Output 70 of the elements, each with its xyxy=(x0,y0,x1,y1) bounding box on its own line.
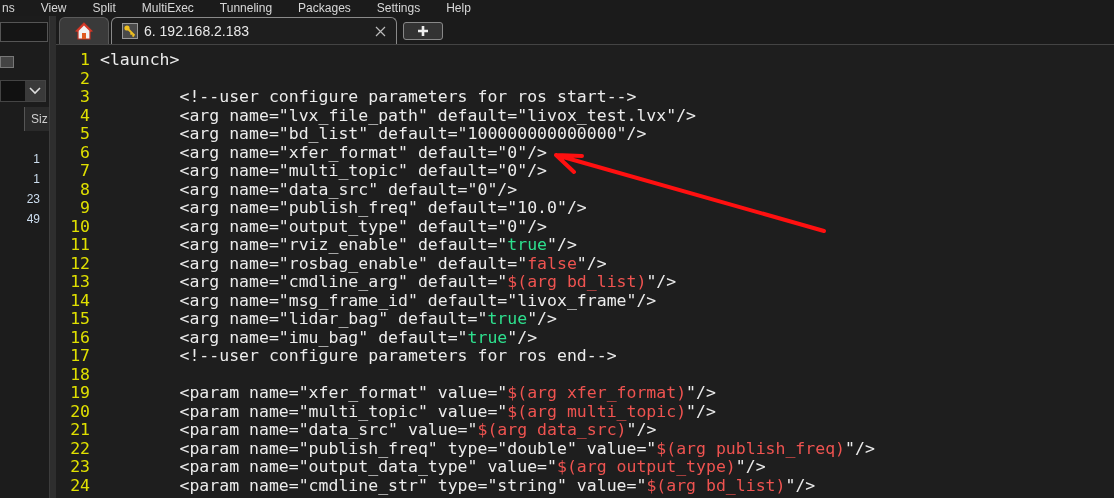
session-tab[interactable]: 6. 192.168.2.183 xyxy=(111,17,397,44)
menu-item[interactable]: MultiExec xyxy=(141,1,194,15)
line-number: 4 xyxy=(79,106,90,125)
plus-icon xyxy=(418,26,428,36)
line-number: 10 xyxy=(69,217,90,236)
code-line: <!--user configure parameters for ros end--> xyxy=(178,347,617,366)
line-number: 21 xyxy=(69,421,90,440)
line-number: 9 xyxy=(79,199,90,218)
code-line: <param name="publish_freq" type="double" value="$(arg publish_freq)"/> xyxy=(178,439,875,458)
line-number: 13 xyxy=(69,273,90,292)
code-line: <arg name="multi_topic" default="0"/> xyxy=(178,162,548,181)
line-number: 19 xyxy=(69,384,90,403)
code-line: <param name="xfer_format" value="$(arg xfer_format)"/> xyxy=(178,384,716,403)
code-line: <param name="cmdline_str" type="string" value="$(arg bd_list)"/> xyxy=(178,476,816,495)
code-line: <param name="data_src" value="$(arg data_src)"/> xyxy=(178,421,657,440)
close-icon[interactable] xyxy=(375,25,386,37)
line-number: 8 xyxy=(79,180,90,199)
line-number: 18 xyxy=(69,365,90,384)
line-number: 7 xyxy=(79,162,90,181)
line-number: 15 xyxy=(69,310,90,329)
code-line: <arg name="msg_frame_id" default="livox_frame"/> xyxy=(178,291,657,310)
menu-item[interactable]: Split xyxy=(92,1,116,15)
size-cell: 23 xyxy=(26,191,40,207)
code-line: <arg name="publish_freq" default="10.0"/> xyxy=(178,199,587,218)
code-line: <arg name="cmdline_arg" default="$(arg bd_list)"/> xyxy=(178,273,677,292)
menu-item[interactable]: View xyxy=(40,1,67,15)
menu-item[interactable]: Packages xyxy=(298,1,351,15)
code-line: <param name="output_data_type" value="$(arg output_type)"/> xyxy=(178,458,766,477)
code-line: <arg name="lidar_bag" default="true"/> xyxy=(178,310,557,329)
menu-item[interactable]: Help xyxy=(446,1,471,15)
menu-item[interactable]: Settings xyxy=(376,1,421,15)
code-line: <launch> xyxy=(100,51,180,70)
line-number: 22 xyxy=(69,439,90,458)
size-cell: 1 xyxy=(33,171,40,187)
size-cell: 1 xyxy=(33,151,40,167)
code-line: <arg name="xfer_format" default="0"/> xyxy=(178,143,548,162)
key-icon xyxy=(122,23,138,39)
line-number: 14 xyxy=(69,291,90,310)
line-number: 17 xyxy=(69,347,90,366)
code-line: <arg name="data_src" default="0"/> xyxy=(178,180,518,199)
code-line: <arg name="rviz_enable" default="true"/> xyxy=(178,236,577,255)
column-header[interactable]: Siz xyxy=(24,107,49,131)
code-line: <arg name="rosbag_enable" default="false"/> xyxy=(178,254,607,273)
code-line: <!--user configure parameters for ros start--> xyxy=(178,88,637,107)
code-line: <arg name="imu_bag" default="true"/> xyxy=(178,328,538,347)
line-number: 12 xyxy=(69,254,90,273)
home-tab[interactable] xyxy=(59,17,109,44)
line-number: 24 xyxy=(69,476,90,495)
line-number: 6 xyxy=(79,143,90,162)
line-number: 3 xyxy=(79,88,90,107)
line-number: 11 xyxy=(69,236,90,255)
code-editor[interactable] xyxy=(56,44,1114,498)
menu-item[interactable]: Tunneling xyxy=(219,1,273,15)
line-number: 2 xyxy=(79,69,90,88)
code-line: <arg name="lvx_file_path" default="livox_test.lvx"/> xyxy=(178,106,697,125)
line-number: 20 xyxy=(69,402,90,421)
code-line: <param name="multi_topic" value="$(arg multi_topic)"/> xyxy=(178,402,716,421)
code-line: <arg name="output_type" default="0"/> xyxy=(178,217,548,236)
dropdown[interactable] xyxy=(0,80,46,102)
line-number: 23 xyxy=(69,458,90,477)
house-icon xyxy=(75,22,93,40)
input-field[interactable] xyxy=(0,22,48,42)
size-cell: 49 xyxy=(26,211,40,227)
line-number: 16 xyxy=(69,328,90,347)
new-tab-button[interactable] xyxy=(403,22,443,40)
code-line: <arg name="bd_list" default="100000000000000"/> xyxy=(178,125,647,144)
chevron-down-icon xyxy=(29,87,41,95)
line-number: 5 xyxy=(79,125,90,144)
menu-item[interactable]: ns xyxy=(2,1,15,15)
line-number: 1 xyxy=(79,51,90,70)
